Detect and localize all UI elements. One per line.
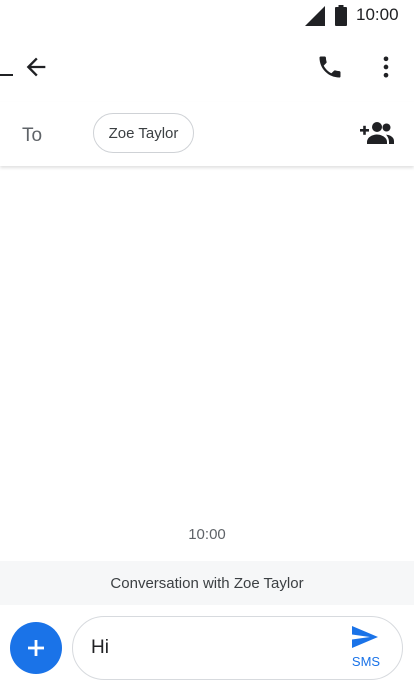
send-icon — [352, 626, 378, 648]
recipient-chip[interactable]: Zoe Taylor — [93, 113, 194, 153]
status-bar: 10:00 — [0, 0, 414, 32]
phone-icon[interactable] — [316, 53, 344, 81]
signal-icon — [305, 6, 325, 26]
app-toolbar — [0, 32, 414, 102]
recipient-chip-label: Zoe Taylor — [108, 124, 179, 142]
person-add-icon[interactable] — [360, 120, 394, 146]
status-clock: 10:00 — [356, 5, 399, 24]
conversation-banner: Conversation with Zoe Taylor — [0, 561, 414, 605]
message-text[interactable]: Hi — [91, 637, 109, 659]
send-sms-button[interactable]: SMS — [344, 624, 388, 674]
conversation-banner-label: Conversation with Zoe Taylor — [110, 574, 304, 592]
attach-button[interactable] — [10, 622, 62, 674]
message-timestamp: 10:00 — [188, 526, 226, 543]
send-label: SMS — [351, 654, 381, 669]
battery-icon — [335, 5, 347, 26]
plus-icon — [28, 640, 44, 656]
more-vert-icon[interactable] — [372, 53, 400, 81]
to-label: To — [22, 125, 43, 146]
divider-mark — [0, 74, 13, 76]
back-icon[interactable] — [22, 53, 50, 81]
recipient-row — [0, 102, 414, 166]
